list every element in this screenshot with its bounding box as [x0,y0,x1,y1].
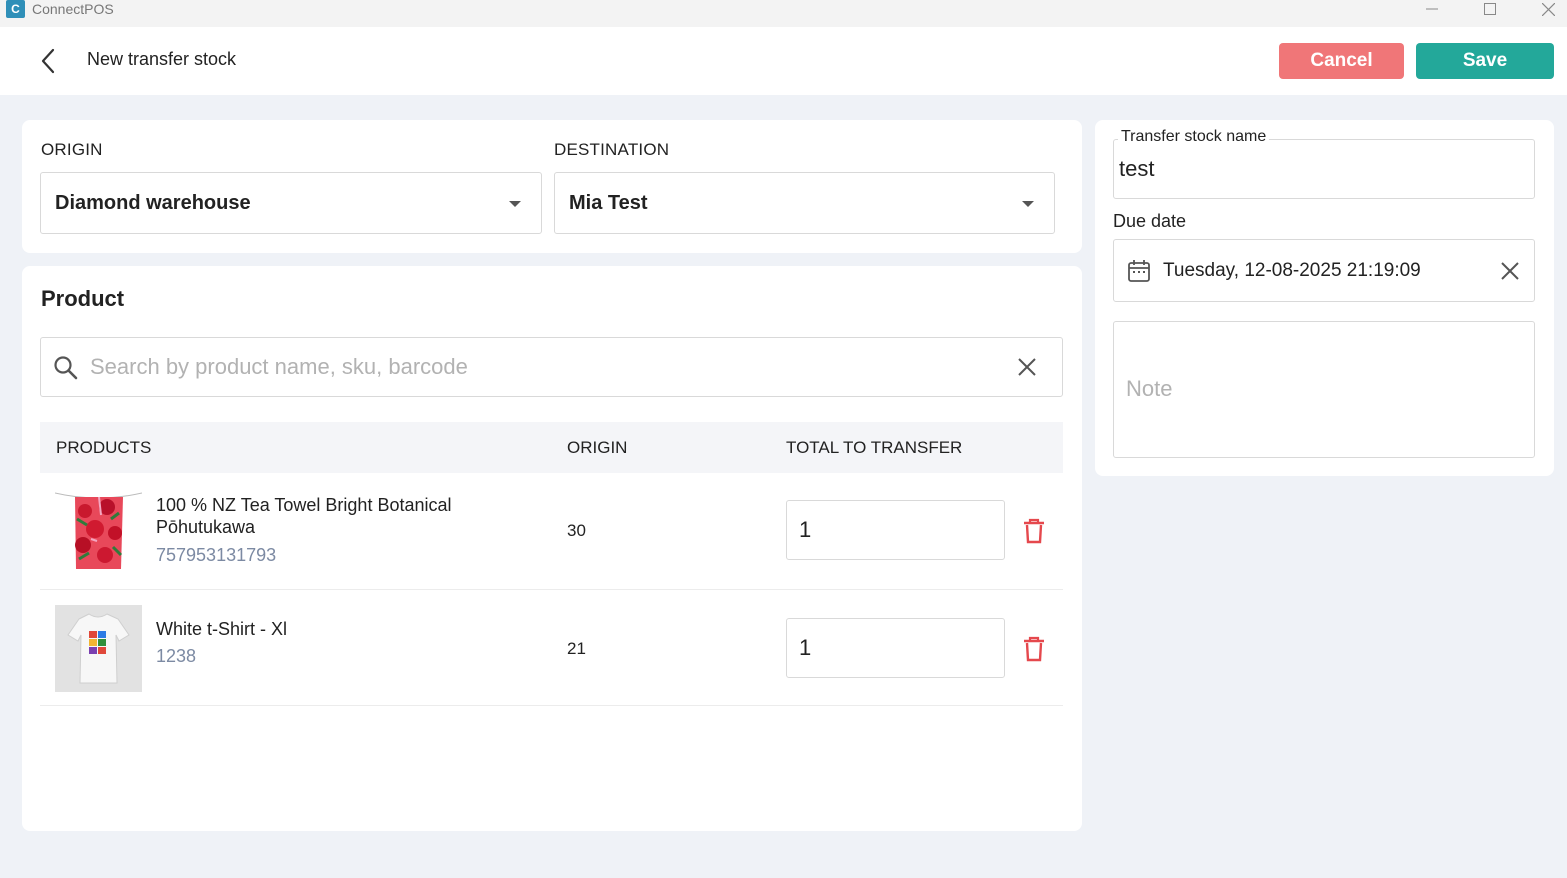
product-image-tshirt [55,605,142,692]
destination-select[interactable]: Mia Test [554,172,1055,234]
calendar-icon [1128,260,1150,282]
destination-select-value: Mia Test [569,191,648,214]
connectpos-logo-icon: C [6,0,25,18]
note-field[interactable]: Note [1113,321,1535,458]
product-heading: Product [41,286,125,311]
window-close-icon[interactable] [1528,0,1567,18]
search-icon [54,356,78,380]
transfer-quantity-input[interactable] [799,513,989,547]
caret-down-icon [1022,201,1034,207]
origin-destination-card: ORIGIN Diamond warehouse DESTINATION Mia… [22,120,1082,253]
product-card: Product PRODUCTS ORIGIN TOTAL TO TRANSFE… [22,266,1082,831]
table-row: White t-Shirt - Xl 1238 21 [40,590,1063,706]
products-table-header: PRODUCTS ORIGIN TOTAL TO TRANSFER [40,422,1063,473]
back-button[interactable] [34,47,62,75]
caret-down-icon [509,201,521,207]
chevron-left-icon [41,48,55,74]
product-search-input[interactable] [90,350,990,384]
cancel-button[interactable]: Cancel [1279,43,1404,79]
destination-label: DESTINATION [554,140,670,159]
due-date-value: Tuesday, 12-08-2025 21:19:09 [1163,260,1421,281]
column-header-products: PRODUCTS [56,438,152,457]
clear-search-icon[interactable] [1018,358,1036,376]
page-header: New transfer stock Cancel Save [0,27,1567,95]
window-titlebar: C ConnectPOS [0,0,1567,27]
transfer-quantity-field [786,500,1005,560]
transfer-name-input[interactable] [1119,154,1519,184]
product-search-box [40,337,1063,397]
product-sku: 1238 [156,646,197,666]
app-title: ConnectPOS [32,1,114,17]
due-date-label: Due date [1113,211,1187,231]
transfer-quantity-input[interactable] [799,631,989,665]
product-name: White t-Shirt - Xl [156,619,288,639]
page-title: New transfer stock [87,49,237,69]
transfer-name-label: Transfer stock name [1118,128,1270,146]
maximize-icon[interactable] [1470,0,1510,18]
table-row: 100 % NZ Tea Towel Bright Botanical Pōhu… [40,473,1063,590]
transfer-quantity-field [786,618,1005,678]
column-header-origin: ORIGIN [567,438,628,457]
minimize-icon[interactable] [1412,0,1452,18]
transfer-name-field: Transfer stock name [1113,128,1535,199]
note-placeholder: Note [1126,376,1173,401]
delete-icon[interactable] [1022,636,1046,662]
save-button[interactable]: Save [1416,43,1554,79]
transfer-details-card: Transfer stock name Due date Tuesday, 12… [1095,120,1554,476]
due-date-picker[interactable]: Tuesday, 12-08-2025 21:19:09 [1113,239,1535,302]
origin-select-value: Diamond warehouse [55,191,251,214]
clear-date-icon[interactable] [1501,262,1519,280]
product-sku: 757953131793 [156,545,277,565]
product-origin-stock: 21 [567,639,586,658]
origin-label: ORIGIN [41,140,103,159]
product-name: 100 % NZ Tea Towel Bright Botanical Pōhu… [156,495,452,537]
delete-icon[interactable] [1022,518,1046,544]
product-origin-stock: 30 [567,521,586,540]
column-header-total-to-transfer: TOTAL TO TRANSFER [786,438,963,457]
product-image-tea-towel [55,489,142,576]
origin-select[interactable]: Diamond warehouse [40,172,542,234]
